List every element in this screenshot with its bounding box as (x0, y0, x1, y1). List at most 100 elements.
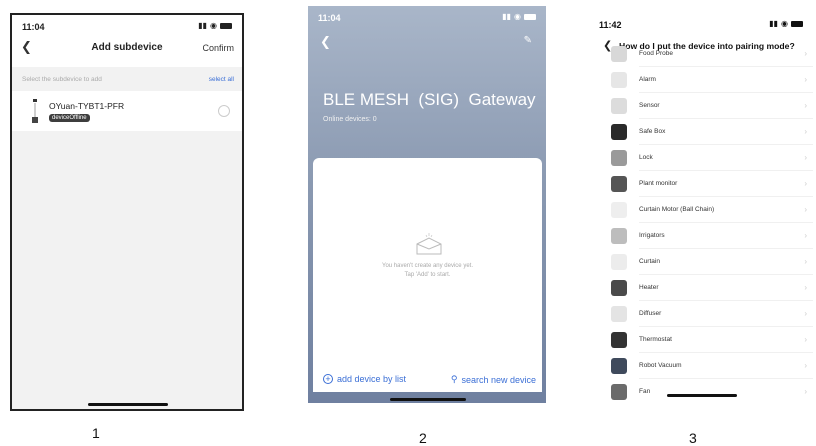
list-item-label: Curtain Motor (Ball Chain) (639, 206, 715, 213)
list-item-label: Thermostat (639, 336, 672, 343)
chevron-right-icon: › (804, 75, 807, 84)
screen-ble-mesh-gateway: 11:04 ▮▮ ◉ ❮ ✎ BLE MESH (SIG) Gateway On… (308, 6, 546, 403)
chevron-right-icon: › (804, 387, 807, 396)
irrigator-icon (611, 228, 627, 244)
chevron-right-icon: › (804, 335, 807, 344)
status-bar: 11:04 ▮▮ ◉ (308, 6, 546, 26)
gateway-title: BLE MESH (SIG) Gateway (323, 90, 536, 109)
select-all-button[interactable]: select all (209, 76, 234, 83)
status-time: 11:42 (599, 20, 622, 30)
chevron-right-icon: › (804, 153, 807, 162)
list-item[interactable]: Robot Vacuum › (589, 353, 813, 379)
status-bar: 11:04 ▮▮ ◉ (12, 15, 242, 35)
empty-message-line2: Tap 'Add' to start. (404, 272, 451, 278)
search-new-device-label: search new device (461, 374, 536, 385)
device-card: You haven't create any device yet. Tap '… (313, 158, 542, 390)
list-item-label: Safe Box (639, 128, 666, 135)
empty-message: You haven't create any device yet. Tap '… (313, 262, 542, 280)
list-item[interactable]: Plant monitor › (589, 171, 813, 197)
system-icons: ▮▮ ◉ (198, 21, 232, 30)
caption-2: 2 (419, 430, 427, 446)
chevron-right-icon: › (804, 283, 807, 292)
select-hint: Select the subdevice to add (22, 76, 102, 83)
system-icons: ▮▮ ◉ (769, 19, 803, 28)
safe-box-icon (611, 124, 627, 140)
list-item[interactable]: Lock › (589, 145, 813, 171)
status-time: 11:04 (318, 13, 341, 23)
list-item-label: Plant monitor (639, 180, 678, 187)
list-item[interactable]: Curtain › (589, 249, 813, 275)
list-item-label: Curtain (639, 258, 660, 265)
list-item[interactable]: Sensor › (589, 93, 813, 119)
list-item[interactable]: Diffuser › (589, 301, 813, 327)
system-icons: ▮▮ ◉ (502, 12, 536, 21)
fan-icon (611, 384, 627, 400)
bottom-actions: + add device by list ⚲ search new device (313, 368, 542, 392)
list-item-label: Lock (639, 154, 653, 161)
list-item[interactable]: Curtain Motor (Ball Chain) › (589, 197, 813, 223)
lock-icon (611, 150, 627, 166)
screen-pairing-mode-help: 11:42 ▮▮ ◉ ❮ How do I put the device int… (589, 13, 813, 403)
sensor-icon (611, 98, 627, 114)
online-devices-count: Online devices: 0 (323, 116, 377, 123)
list-item[interactable]: Irrigators › (589, 223, 813, 249)
chevron-right-icon: › (804, 49, 807, 58)
list-item-label: Robot Vacuum (639, 362, 682, 369)
heater-icon (611, 280, 627, 296)
chevron-right-icon: › (804, 361, 807, 370)
chevron-right-icon: › (804, 205, 807, 214)
list-item[interactable]: Food Probe › (589, 41, 813, 67)
list-item-label: Heater (639, 284, 659, 291)
wifi-icon: ◉ (210, 21, 217, 30)
probe-icon (611, 46, 627, 62)
search-icon: ⚲ (450, 374, 458, 384)
empty-message-line1: You haven't create any device yet. (382, 263, 473, 269)
plant-monitor-icon (611, 176, 627, 192)
device-row[interactable]: OYuan-TYBT1-PFR deviceOffline (12, 91, 242, 131)
chevron-right-icon: › (804, 179, 807, 188)
battery-icon (220, 22, 232, 29)
wifi-icon: ◉ (781, 19, 788, 28)
home-indicator (390, 398, 466, 401)
add-circle-icon: + (323, 374, 333, 384)
add-device-by-list-button[interactable]: + add device by list (323, 374, 406, 384)
list-item-label: Diffuser (639, 310, 662, 317)
home-indicator (667, 394, 737, 397)
back-button[interactable]: ❮ (320, 34, 331, 50)
chevron-right-icon: › (804, 101, 807, 110)
curtain-motor-icon (611, 202, 627, 218)
wifi-icon: ◉ (514, 12, 521, 21)
device-thumbnail-icon (32, 99, 38, 123)
signal-icon: ▮▮ (769, 19, 779, 28)
list-item-label: Sensor (639, 102, 660, 109)
thermostat-icon (611, 332, 627, 348)
select-bar: Select the subdevice to add select all (12, 67, 242, 91)
list-item[interactable]: Alarm › (589, 67, 813, 93)
signal-icon: ▮▮ (502, 12, 512, 21)
list-item-label: Alarm (639, 76, 656, 83)
signal-icon: ▮▮ (198, 21, 208, 30)
device-name: OYuan-TYBT1-PFR (49, 101, 125, 111)
home-indicator (88, 403, 168, 406)
list-item[interactable]: Heater › (589, 275, 813, 301)
battery-icon (791, 20, 803, 27)
add-device-by-list-label: add device by list (337, 374, 407, 384)
search-new-device-button[interactable]: ⚲ search new device (451, 374, 536, 385)
device-select-radio[interactable] (218, 105, 230, 117)
list-item[interactable]: Thermostat › (589, 327, 813, 353)
status-time: 11:04 (22, 22, 45, 32)
list-item[interactable]: Fan › (589, 379, 813, 403)
alarm-icon (611, 72, 627, 88)
device-status-badge: deviceOffline (49, 114, 90, 122)
edit-icon[interactable]: ✎ (524, 35, 532, 46)
list-item-label: Food Probe (639, 50, 673, 57)
curtain-icon (611, 254, 627, 270)
confirm-button[interactable]: Confirm (202, 43, 234, 53)
chevron-right-icon: › (804, 309, 807, 318)
list-item-label: Irrigators (639, 232, 665, 239)
chevron-right-icon: › (804, 257, 807, 266)
list-item[interactable]: Safe Box › (589, 119, 813, 145)
chevron-right-icon: › (804, 231, 807, 240)
chevron-right-icon: › (804, 127, 807, 136)
caption-1: 1 (92, 425, 100, 441)
